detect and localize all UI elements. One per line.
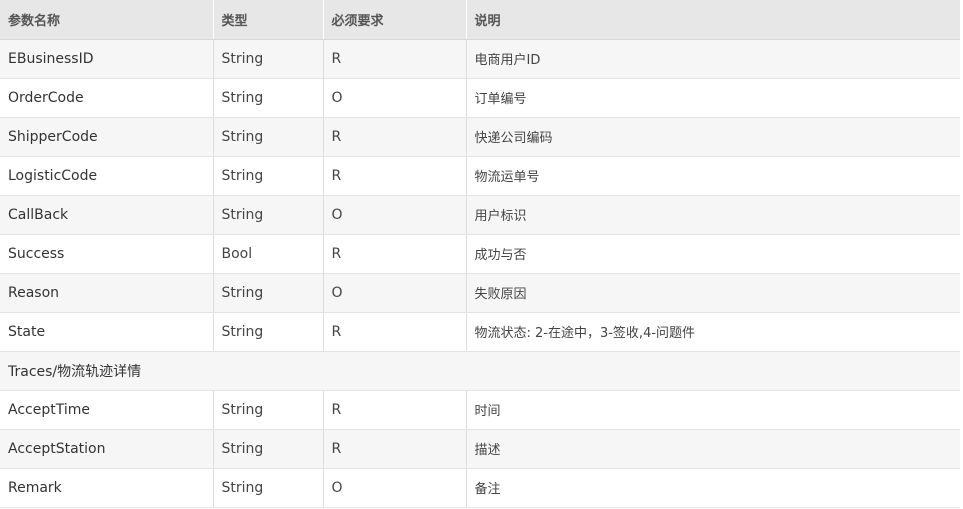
param-name: Remark <box>0 468 214 508</box>
param-type: String <box>213 390 324 430</box>
param-description: 成功与否 <box>466 234 960 274</box>
column-header-description: 说明 <box>466 0 960 40</box>
param-name: OrderCode <box>0 78 214 118</box>
table-row: AcceptTime String R 时间 <box>0 390 960 430</box>
param-required: R <box>323 234 467 274</box>
param-required: R <box>323 390 467 430</box>
param-required: O <box>323 273 467 313</box>
param-type: String <box>213 39 324 79</box>
param-description: 用户标识 <box>466 195 960 235</box>
param-type: String <box>213 312 324 352</box>
param-type: String <box>213 195 324 235</box>
table-row: Success Bool R 成功与否 <box>0 234 960 274</box>
param-name: Success <box>0 234 214 274</box>
column-header-type: 类型 <box>213 0 324 40</box>
param-name: AcceptStation <box>0 429 214 469</box>
param-description: 物流运单号 <box>466 156 960 196</box>
column-header-name: 参数名称 <box>0 0 214 40</box>
param-type: Bool <box>213 234 324 274</box>
param-description: 描述 <box>466 429 960 469</box>
table-row: Remark String O 备注 <box>0 468 960 508</box>
table-row: Reason String O 失败原因 <box>0 273 960 313</box>
param-type: String <box>213 273 324 313</box>
param-required: R <box>323 429 467 469</box>
section-title: Traces/物流轨迹详情 <box>0 351 960 391</box>
param-name: Reason <box>0 273 214 313</box>
table-row: LogisticCode String R 物流运单号 <box>0 156 960 196</box>
table-body: EBusinessID String R 电商用户ID OrderCode St… <box>0 39 960 508</box>
param-description: 物流状态: 2-在途中，3-签收,4-问题件 <box>466 312 960 352</box>
param-type: String <box>213 429 324 469</box>
table-row: AcceptStation String R 描述 <box>0 429 960 469</box>
param-name: State <box>0 312 214 352</box>
param-required: O <box>323 468 467 508</box>
param-name: CallBack <box>0 195 214 235</box>
table-row: EBusinessID String R 电商用户ID <box>0 39 960 79</box>
table-row: ShipperCode String R 快递公司编码 <box>0 117 960 157</box>
param-name: EBusinessID <box>0 39 214 79</box>
table-row: CallBack String O 用户标识 <box>0 195 960 235</box>
param-description: 备注 <box>466 468 960 508</box>
param-name: ShipperCode <box>0 117 214 157</box>
param-required: R <box>323 312 467 352</box>
param-required: O <box>323 78 467 118</box>
param-description: 电商用户ID <box>466 39 960 79</box>
param-description: 订单编号 <box>466 78 960 118</box>
table-row: State String R 物流状态: 2-在途中，3-签收,4-问题件 <box>0 312 960 352</box>
param-required: R <box>323 117 467 157</box>
param-description: 失败原因 <box>466 273 960 313</box>
parameter-table: 参数名称 类型 必须要求 说明 EBusinessID String R 电商用… <box>0 0 960 508</box>
param-required: R <box>323 156 467 196</box>
header-row: 参数名称 类型 必须要求 说明 <box>0 0 960 40</box>
param-type: String <box>213 78 324 118</box>
column-header-required: 必须要求 <box>323 0 467 40</box>
param-required: R <box>323 39 467 79</box>
param-type: String <box>213 156 324 196</box>
param-name: LogisticCode <box>0 156 214 196</box>
table-header: 参数名称 类型 必须要求 说明 <box>0 0 960 40</box>
param-description: 快递公司编码 <box>466 117 960 157</box>
section-row: Traces/物流轨迹详情 <box>0 351 960 391</box>
param-required: O <box>323 195 467 235</box>
table-row: OrderCode String O 订单编号 <box>0 78 960 118</box>
param-name: AcceptTime <box>0 390 214 430</box>
param-description: 时间 <box>466 390 960 430</box>
param-type: String <box>213 468 324 508</box>
param-type: String <box>213 117 324 157</box>
